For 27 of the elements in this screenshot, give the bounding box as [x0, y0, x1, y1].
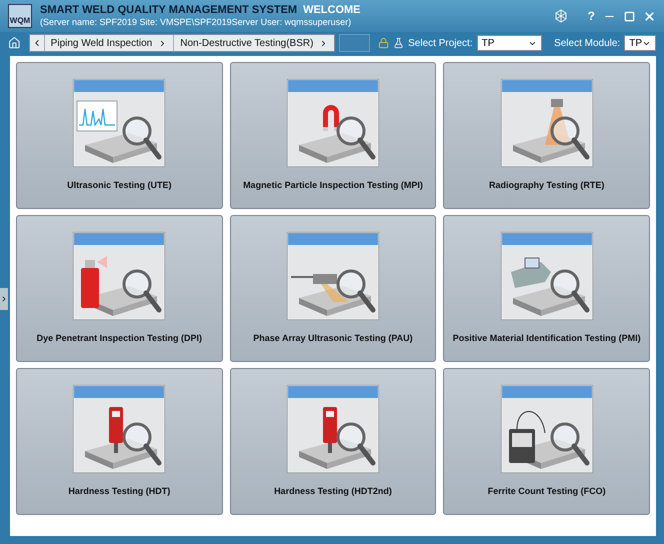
- module-tile[interactable]: Hardness Testing (HDT): [16, 368, 223, 515]
- module-label: Select Module:: [554, 36, 620, 50]
- project-select[interactable]: TP: [476, 35, 542, 51]
- home-icon[interactable]: [8, 35, 21, 51]
- app-logo: WQM: [8, 4, 32, 28]
- flask-icon[interactable]: [393, 36, 404, 50]
- module-tile[interactable]: Ferrite Count Testing (FCO): [443, 368, 650, 515]
- expand-icon[interactable]: [0, 295, 8, 303]
- lock-icon[interactable]: [378, 36, 390, 50]
- breadcrumb-field[interactable]: [339, 34, 370, 52]
- module-tile[interactable]: Dye Penetrant Inspection Testing (DPI): [16, 215, 223, 362]
- breadcrumb-item[interactable]: Piping Weld Inspection: [50, 36, 152, 50]
- breadcrumb-item[interactable]: Non-Destructive Testing(BSR): [180, 36, 314, 50]
- module-tile[interactable]: Phase Array Ultrasonic Testing (PAU): [230, 215, 436, 362]
- maximize-icon[interactable]: [624, 10, 635, 22]
- module-tile[interactable]: Ultrasonic Testing (UTE): [16, 62, 223, 209]
- server-info: (Server name: SPF2019 Site: VMSPE\SPF2019Server User: wqmssuperuser): [40, 17, 352, 28]
- module-tile[interactable]: Positive Material Identification Testing (PMI): [443, 215, 650, 362]
- module-tile[interactable]: Magnetic Particle Inspection Testing (MPI): [230, 62, 436, 209]
- project-label: Select Project:: [408, 36, 473, 50]
- module-tile[interactable]: Radiography Testing (RTE): [443, 62, 650, 209]
- cube-icon: [554, 9, 568, 23]
- module-select[interactable]: TP: [624, 35, 656, 51]
- welcome-label: WELCOME: [303, 4, 361, 18]
- module-tile[interactable]: Hardness Testing (HDT2nd): [230, 368, 436, 515]
- close-icon[interactable]: [643, 10, 656, 22]
- window-title: SMART WELD QUALITY MANAGEMENT SYSTEM: [40, 4, 298, 18]
